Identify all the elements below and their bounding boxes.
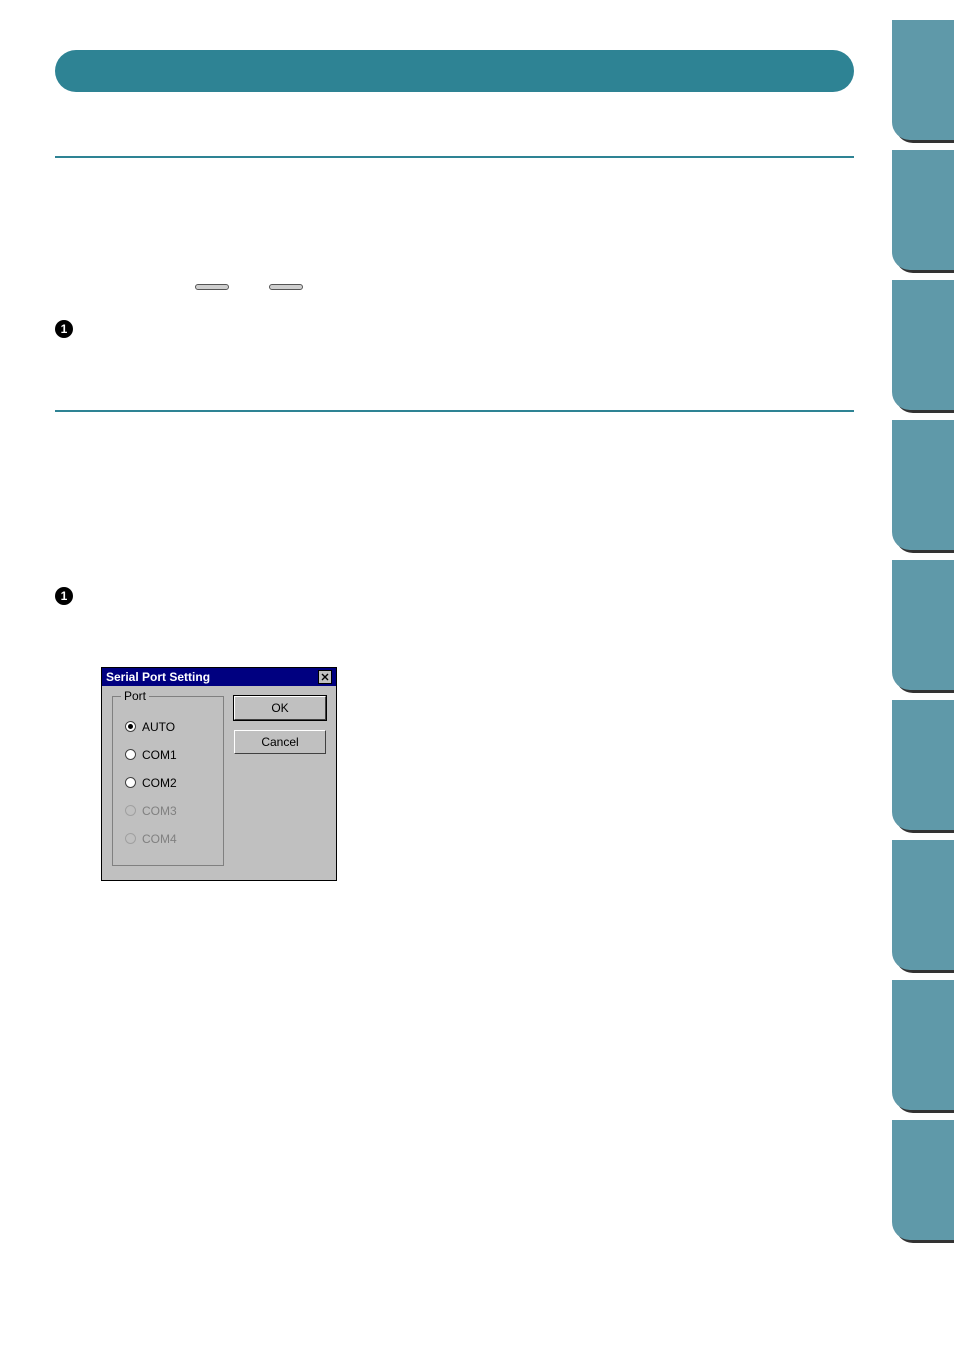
dialog-body: Port AUTO COM1 COM2 COM3	[102, 686, 336, 880]
dialog-titlebar[interactable]: Serial Port Setting	[102, 668, 336, 686]
side-tab-5[interactable]	[892, 560, 954, 690]
radio-auto[interactable]: AUTO	[125, 713, 211, 741]
radio-auto-label: AUTO	[142, 720, 175, 734]
radio-icon	[125, 805, 136, 816]
section2-text-area	[55, 428, 854, 578]
side-tab-1[interactable]	[892, 20, 954, 140]
side-tab-4[interactable]	[892, 420, 954, 550]
section2-step1: 1	[55, 586, 854, 604]
step-number-icon: 1	[55, 587, 73, 605]
dialog-button-column: OK Cancel	[234, 696, 326, 866]
section1-para1	[79, 344, 854, 394]
section2-para1	[79, 611, 854, 651]
side-tab-9[interactable]	[892, 1120, 954, 1240]
port-groupbox: Port AUTO COM1 COM2 COM3	[112, 696, 224, 866]
side-tab-2[interactable]	[892, 150, 954, 270]
ok-button[interactable]: OK	[234, 696, 326, 720]
key-2	[269, 284, 303, 290]
divider-1	[55, 156, 854, 158]
side-tab-7[interactable]	[892, 840, 954, 970]
radio-com4-label: COM4	[142, 832, 177, 846]
radio-com1-label: COM1	[142, 748, 177, 762]
side-tab-3[interactable]	[892, 280, 954, 410]
side-tab-column	[892, 20, 954, 1240]
section-title-bar	[55, 50, 854, 92]
section1-step1: 1	[55, 320, 854, 338]
radio-icon	[125, 777, 136, 788]
step-number-icon: 1	[55, 320, 73, 338]
dialog-title-text: Serial Port Setting	[106, 670, 210, 684]
radio-icon	[125, 833, 136, 844]
side-tab-8[interactable]	[892, 980, 954, 1110]
radio-com3: COM3	[125, 797, 211, 825]
radio-com3-label: COM3	[142, 804, 177, 818]
radio-icon	[125, 749, 136, 760]
radio-com2-label: COM2	[142, 776, 177, 790]
serial-port-setting-dialog: Serial Port Setting Port AUTO COM1 COM2	[101, 667, 337, 881]
page-content: 1 1 Serial Port Setting Port AUTO	[0, 0, 954, 921]
key-1	[195, 284, 229, 290]
section1-text-area	[55, 174, 854, 284]
radio-com2[interactable]: COM2	[125, 769, 211, 797]
radio-com1[interactable]: COM1	[125, 741, 211, 769]
port-group-label: Port	[121, 689, 149, 703]
side-tab-6[interactable]	[892, 700, 954, 830]
cancel-button[interactable]: Cancel	[234, 730, 326, 754]
key-row	[175, 284, 854, 290]
close-icon[interactable]	[318, 670, 332, 684]
radio-icon	[125, 721, 136, 732]
divider-2	[55, 410, 854, 412]
radio-com4: COM4	[125, 825, 211, 853]
